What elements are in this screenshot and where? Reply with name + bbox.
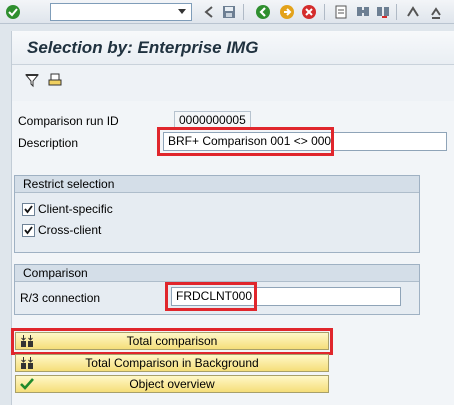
command-field[interactable]	[50, 3, 192, 21]
total-comparison-highlight	[11, 328, 333, 355]
command-input[interactable]	[51, 4, 175, 20]
cancel-icon[interactable]	[301, 4, 317, 20]
restrict-selection-title: Restrict selection	[15, 176, 419, 193]
check-icon	[24, 226, 33, 235]
rfc-connection-label: R/3 connection	[20, 291, 101, 305]
prev-page-icon[interactable]	[428, 4, 444, 20]
checkmark-icon	[20, 378, 34, 390]
client-specific-checkbox[interactable]	[22, 203, 35, 216]
cross-client-label: Cross-client	[38, 223, 102, 237]
save-icon[interactable]	[221, 4, 237, 20]
cross-client-checkbox[interactable]	[22, 224, 35, 237]
print-icon[interactable]	[333, 4, 349, 20]
application-toolbar	[12, 66, 454, 94]
first-page-icon[interactable]	[405, 4, 421, 20]
system-toolbar	[0, 0, 454, 24]
find-icon[interactable]	[355, 4, 371, 20]
selection-form: Comparison run ID 0000000005 Description…	[11, 101, 454, 405]
rfc-connection-highlight	[165, 282, 257, 311]
total-comparison-background-button[interactable]: Total Comparison in Background	[15, 354, 329, 372]
total-comparison-background-label: Total Comparison in Background	[85, 356, 259, 370]
enter-icon[interactable]	[5, 4, 21, 20]
chevron-down-icon[interactable]	[177, 8, 187, 16]
object-overview-button[interactable]: Object overview	[15, 375, 329, 393]
back-arrow-icon[interactable]	[201, 4, 217, 20]
title-bar: Selection by: Enterprise IMG	[12, 31, 454, 65]
page-title: Selection by: Enterprise IMG	[27, 38, 259, 57]
compare-icon	[21, 357, 33, 369]
check-icon	[24, 205, 33, 214]
exit-icon[interactable]	[279, 4, 295, 20]
filter-icon[interactable]	[24, 72, 40, 88]
comparison-group: Comparison R/3 connection FRDCLNT000	[14, 264, 420, 315]
client-specific-label: Client-specific	[38, 202, 113, 216]
description-label: Description	[18, 136, 79, 150]
find-next-icon[interactable]	[375, 4, 391, 20]
description-highlight	[157, 127, 334, 156]
object-overview-label: Object overview	[129, 377, 215, 391]
restrict-selection-group: Restrict selection Client-specific Cross…	[14, 175, 420, 253]
comparison-run-id-label: Comparison run ID	[18, 114, 119, 128]
print-icon[interactable]	[47, 72, 63, 88]
comparison-title: Comparison	[15, 265, 419, 282]
back-icon[interactable]	[255, 4, 271, 20]
main-panel: Selection by: Enterprise IMG Comparison …	[11, 31, 454, 405]
